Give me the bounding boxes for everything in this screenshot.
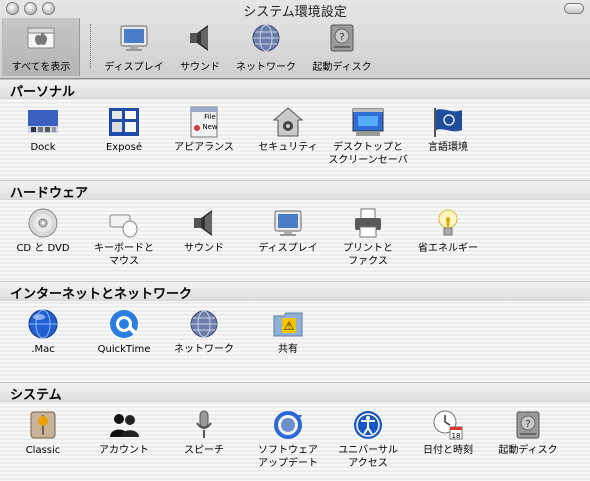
section-title: システム: [10, 388, 62, 403]
pref-displays[interactable]: ディスプレイ: [248, 207, 328, 271]
title-bar: システム環境設定: [0, 0, 590, 20]
pref-universal-access[interactable]: ユニバーサル アクセス: [328, 409, 408, 473]
pref-dock[interactable]: Dock: [3, 106, 83, 170]
pref-label: 共有: [278, 344, 298, 355]
system-preferences-window: システム環境設定 すべてを表示 ディスプレイ サウンド ネットワーク ? 起動デ…: [0, 0, 590, 481]
pref-sharing[interactable]: ⚠ 共有: [248, 308, 328, 372]
un-flag-icon: [432, 106, 464, 138]
svg-text:New: New: [202, 123, 218, 131]
quicktime-icon: [108, 308, 140, 340]
pref-dotmac[interactable]: .Mac: [3, 308, 83, 372]
section-title: インターネットとネットワーク: [10, 287, 193, 302]
apple-icon: [25, 22, 57, 54]
pref-accounts[interactable]: アカウント: [84, 409, 164, 473]
svg-text:⚠: ⚠: [284, 319, 295, 333]
pref-keyboard-mouse[interactable]: キーボードと マウス: [84, 207, 164, 271]
pref-startup-disk[interactable]: ? 起動ディスク: [488, 409, 568, 473]
speaker-icon: [188, 207, 220, 239]
dotmac-globe-icon: [27, 308, 59, 340]
svg-text:?: ?: [525, 419, 530, 430]
toolbar-toggle-button[interactable]: [564, 3, 584, 14]
show-all-button[interactable]: すべてを表示: [2, 18, 80, 76]
svg-text:?: ?: [339, 32, 344, 43]
pref-energy-saver[interactable]: 省エネルギー: [408, 207, 488, 271]
network-globe-icon: [188, 308, 220, 340]
sharing-folder-icon: ⚠: [272, 308, 304, 340]
toolbar-sound-label: サウンド: [180, 62, 220, 73]
toolbar-display[interactable]: ディスプレイ: [96, 18, 172, 74]
universal-access-icon: [352, 409, 384, 441]
harddisk-icon: ?: [512, 409, 544, 441]
microphone-icon: [188, 409, 220, 441]
toolbar-sound[interactable]: サウンド: [162, 18, 238, 74]
pref-label: 起動ディスク: [498, 445, 558, 456]
clock-calendar-icon: 18: [432, 409, 464, 441]
pref-appearance[interactable]: File New アピアランス: [164, 106, 244, 170]
section-title: パーソナル: [10, 85, 76, 100]
toolbar-display-label: ディスプレイ: [104, 62, 164, 73]
pref-desktop-screensaver[interactable]: デスクトップと スクリーンセーバ: [328, 106, 408, 170]
dock-icon: [27, 106, 59, 138]
pref-speech[interactable]: スピーチ: [164, 409, 244, 473]
pref-security[interactable]: セキュリティ: [248, 106, 328, 170]
section-header: パーソナル: [0, 79, 590, 100]
harddisk-icon: ?: [326, 22, 358, 54]
show-all-label: すべてを表示: [11, 62, 71, 73]
classic-icon: [27, 409, 59, 441]
svg-text:18: 18: [452, 432, 461, 440]
pref-international[interactable]: 言語環境: [408, 106, 488, 170]
pref-classic[interactable]: Classic: [3, 409, 83, 473]
expose-icon: [108, 106, 140, 138]
pref-label: 言語環境: [428, 142, 468, 153]
desktop-icon: [352, 106, 384, 138]
accounts-silhouette-icon: [108, 409, 140, 441]
toolbar-startup-disk[interactable]: ? 起動ディスク: [304, 18, 380, 74]
section-hardware: ハードウェア CD と DVD キーボードと マウス サウンド ディスプレイ プ…: [0, 180, 590, 280]
cd-disc-icon: [27, 207, 59, 239]
network-globe-icon: [250, 22, 282, 54]
pref-sound[interactable]: サウンド: [164, 207, 244, 271]
printer-icon: [352, 207, 384, 239]
pref-quicktime[interactable]: QuickTime: [84, 308, 164, 372]
keyboard-mouse-icon: [108, 207, 140, 239]
pref-cd-dvd[interactable]: CD と DVD: [3, 207, 83, 271]
section-personal: パーソナル Dock Exposé File New アピアランス セキュリティ …: [0, 79, 590, 179]
lightbulb-icon: [432, 207, 464, 239]
pref-date-time[interactable]: 18 日付と時刻: [408, 409, 488, 473]
window-chrome: システム環境設定 すべてを表示 ディスプレイ サウンド ネットワーク ? 起動デ…: [0, 0, 590, 79]
toolbar-network-label: ネットワーク: [236, 62, 296, 73]
toolbar: すべてを表示 ディスプレイ サウンド ネットワーク ? 起動ディスク: [0, 18, 590, 78]
software-update-icon: [272, 409, 304, 441]
display-icon: [118, 22, 150, 54]
speaker-icon: [184, 22, 216, 54]
pref-network[interactable]: ネットワーク: [164, 308, 244, 372]
section-header: ハードウェア: [0, 180, 590, 201]
section-header: インターネットとネットワーク: [0, 281, 590, 302]
toolbar-startup-disk-label: 起動ディスク: [312, 62, 372, 73]
toolbar-separator: [90, 24, 92, 68]
section-system: システム Classic アカウント スピーチ ソフトウェア アップデート ユニ…: [0, 382, 590, 481]
section-internet-network: インターネットとネットワーク .Mac QuickTime ネットワーク ⚠ 共…: [0, 281, 590, 381]
display-icon: [272, 207, 304, 239]
pref-expose[interactable]: Exposé: [84, 106, 164, 170]
appearance-icon: File New: [188, 106, 220, 138]
security-house-icon: [272, 106, 304, 138]
pref-print-fax[interactable]: プリントと ファクス: [328, 207, 408, 271]
section-header: システム: [0, 382, 590, 403]
svg-text:File: File: [204, 113, 216, 121]
toolbar-network[interactable]: ネットワーク: [228, 18, 304, 74]
section-title: ハードウェア: [10, 186, 89, 201]
pref-label: 省エネルギー: [418, 243, 478, 254]
pref-software-update[interactable]: ソフトウェア アップデート: [248, 409, 328, 473]
